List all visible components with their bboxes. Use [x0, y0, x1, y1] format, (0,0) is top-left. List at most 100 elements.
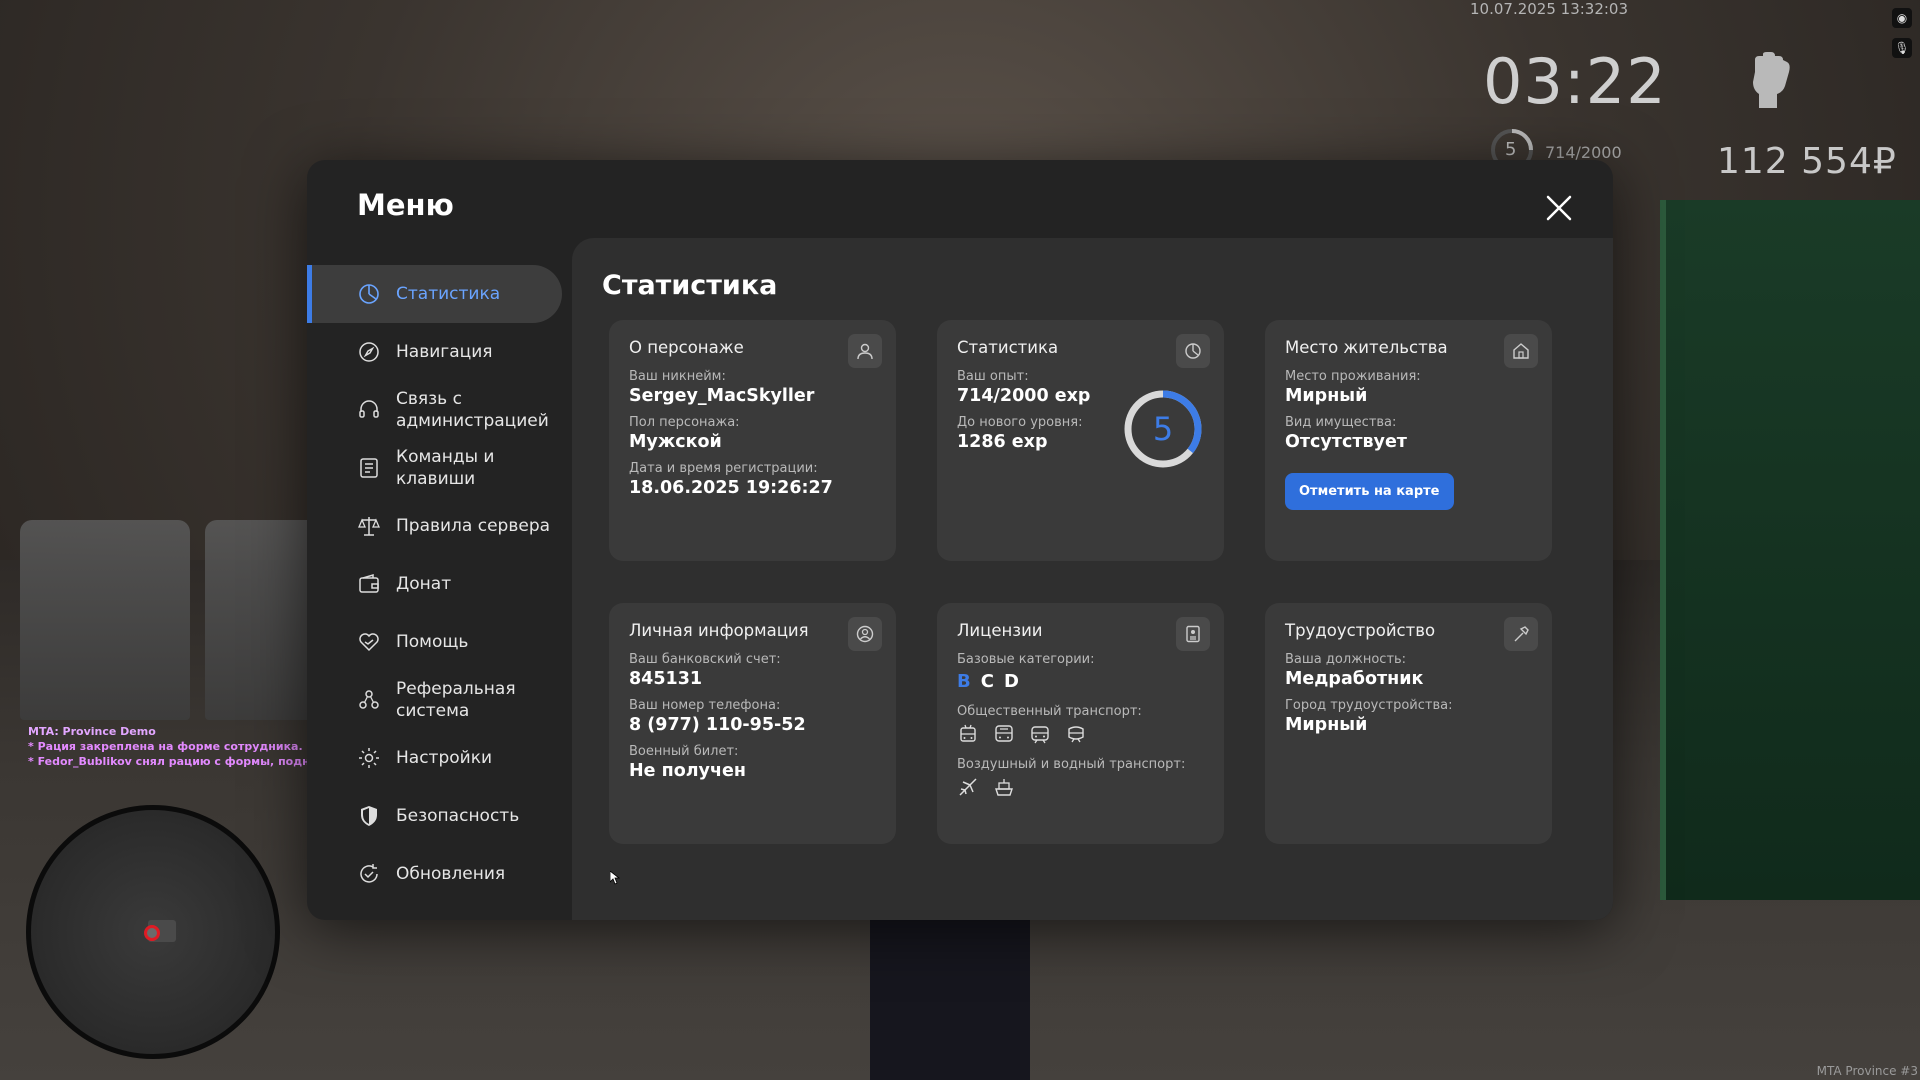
license-icon [1176, 617, 1210, 651]
field-label: Ваш никнейм: [629, 369, 726, 384]
menu-window: Меню Статистика Навигация Связь с админи… [307, 160, 1613, 920]
help-heart-icon [359, 633, 379, 652]
nav-item-help[interactable]: Помощь [307, 613, 562, 671]
nav-item-commands[interactable]: Команды и клавиши [307, 439, 562, 497]
card-employment: Трудоустройство Ваша должность: Медработ… [1265, 603, 1552, 844]
nickname-value: Sergey_MacSkyller [629, 386, 815, 406]
bus-icon [995, 725, 1013, 742]
field-label: Ваш номер телефона: [629, 698, 781, 713]
nav-item-statistics[interactable]: Статистика [307, 265, 562, 323]
job-position-value: Медработник [1285, 669, 1424, 689]
gender-value: Мужской [629, 432, 722, 452]
player-character [870, 900, 1030, 1080]
nav-label: Обновления [396, 864, 506, 884]
nav-label: Команды и клавиши [396, 447, 495, 489]
trolleybus-icon [960, 724, 976, 742]
nav-item-settings[interactable]: Настройки [307, 729, 562, 787]
nav-item-rules[interactable]: Правила сервера [307, 497, 562, 555]
user-icon [848, 334, 882, 368]
nav-item-updates[interactable]: Обновления [307, 845, 562, 903]
nav-label: Реферальная система [396, 679, 516, 721]
nav-label: Безопасность [396, 806, 520, 826]
headset-icon [359, 400, 379, 418]
field-label: Пол персонажа: [629, 415, 740, 430]
nav-item-admin-contact[interactable]: Связь с администрацией [307, 381, 562, 439]
card-character: О персонаже Ваш никнейм: Sergey_MacSkyll… [609, 320, 896, 561]
hud-time: 03:22 [1483, 45, 1667, 118]
nav-label: Связь с администрацией [396, 389, 549, 431]
property-value: Отсутствует [1285, 432, 1407, 452]
card-title: Трудоустройство [1285, 621, 1436, 640]
air-water-transport-icons [957, 776, 1204, 798]
field-label: Город трудоустройства: [1285, 698, 1453, 713]
nav-item-navigation[interactable]: Навигация [307, 323, 562, 381]
nav-label: Помощь [396, 632, 469, 652]
field-label: Ваша должность: [1285, 652, 1407, 667]
nav-label: Статистика [396, 284, 501, 304]
updates-icon [360, 864, 378, 883]
field-label: Ваш банковский счет: [629, 652, 781, 667]
mouse-cursor-icon [610, 871, 620, 885]
field-label: Вид имущества: [1285, 415, 1397, 430]
house-icon [1504, 334, 1538, 368]
airplane-icon [959, 778, 977, 796]
nav-label: Правила сервера [396, 516, 551, 536]
card-title: Лицензии [957, 621, 1043, 640]
field-label: Воздушный и водный транспорт: [957, 757, 1186, 772]
wallet-icon [359, 573, 379, 593]
field-label: Общественный транспорт: [957, 704, 1142, 719]
field-label: Базовые категории: [957, 652, 1095, 667]
hud-level: 5 [1505, 139, 1517, 160]
statistics-icon [1176, 334, 1210, 368]
mark-on-map-button[interactable]: Отметить на карте [1285, 473, 1454, 510]
hud-money: 112 554₽ [1717, 141, 1897, 182]
hammer-icon [1504, 617, 1538, 651]
menu-title: Меню [357, 188, 454, 222]
military-id-value: Не получен [629, 761, 746, 781]
gear-icon [359, 748, 379, 768]
shield-icon [361, 806, 377, 826]
fist-icon [1753, 52, 1790, 108]
card-statistics: Статистика Ваш опыт: 714/2000 exp До нов… [937, 320, 1224, 561]
nav-item-security[interactable]: Безопасность [307, 787, 562, 845]
nav-item-donate[interactable]: Донат [307, 555, 562, 613]
card-personal-info: Личная информация Ваш банковский счет: 8… [609, 603, 896, 844]
license-category-c: C [980, 671, 994, 692]
sidebar: Статистика Навигация Связь с администрац… [307, 265, 562, 903]
nav-item-referral[interactable]: Реферальная система [307, 671, 562, 729]
license-category-d: D [1003, 671, 1019, 692]
card-title: О персонаже [629, 338, 744, 357]
scales-icon [358, 517, 380, 536]
close-icon[interactable] [1545, 194, 1573, 222]
microphone-icon: 🎙 [1892, 38, 1912, 58]
card-title: Статистика [957, 338, 1059, 357]
location-icon: ◉ [1892, 8, 1912, 28]
license-category-b: B [957, 671, 971, 692]
field-label: Военный билет: [629, 744, 739, 759]
level-number: 5 [1152, 410, 1174, 448]
statistics-icon [359, 284, 379, 304]
field-label: Дата и время регистрации: [629, 461, 818, 476]
game-door [1660, 200, 1920, 900]
minimap-player-marker [144, 925, 160, 941]
keyboard-list-icon [360, 458, 378, 478]
field-label: Место проживания: [1285, 369, 1421, 384]
job-city-value: Мирный [1285, 715, 1368, 735]
tram-icon [1031, 726, 1049, 744]
card-licenses: Лицензии Базовые категории: B C D Общест… [937, 603, 1224, 844]
field-label: Ваш опыт: [957, 369, 1029, 384]
card-residence: Место жительства Место проживания: Мирны… [1265, 320, 1552, 561]
user-circle-icon [848, 617, 882, 651]
public-transport-icons [957, 723, 1204, 745]
watermark: MTA Province #3 [1816, 1064, 1918, 1078]
compass-icon [359, 342, 379, 362]
referral-icon [359, 690, 379, 709]
residence-value: Мирный [1285, 386, 1368, 406]
hud-status-icons: ◉ 🎙 [1892, 8, 1912, 58]
content-panel: Статистика О персонаже Ваш никнейм: Serg… [572, 238, 1613, 920]
nav-label: Донат [396, 574, 452, 594]
phone-value: 8 (977) 110-95-52 [629, 715, 806, 735]
page-title: Статистика [602, 270, 778, 301]
nav-label: Навигация [396, 342, 493, 362]
nav-label: Настройки [396, 748, 493, 768]
